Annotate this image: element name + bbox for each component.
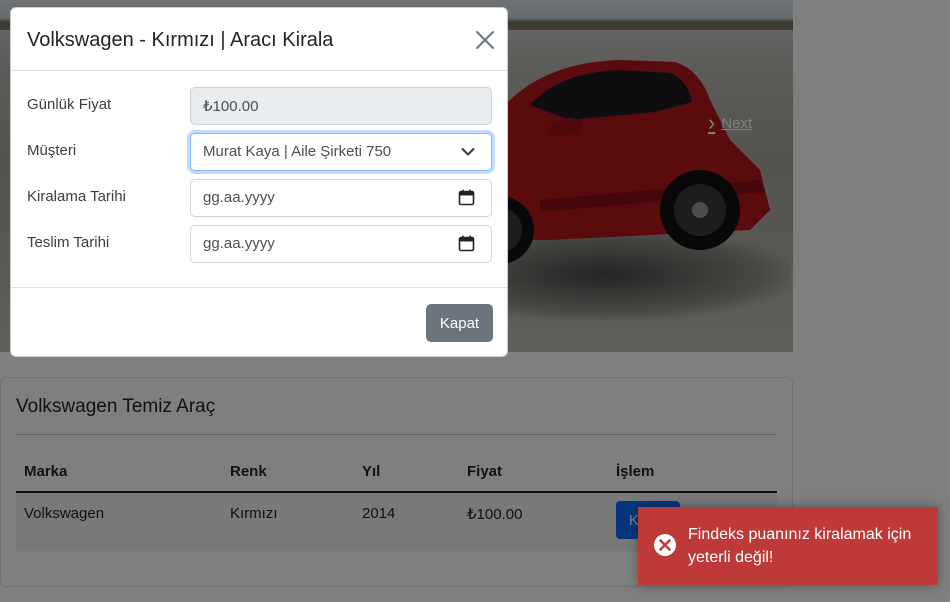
- toast-message: Findeks puanınız kiralamak için yeterli …: [688, 526, 912, 566]
- calendar-icon[interactable]: [458, 189, 475, 206]
- error-circle-icon: [654, 534, 676, 556]
- daily-price-field: ₺100.00: [190, 87, 492, 125]
- return-date-placeholder: gg.aa.yyyy: [203, 235, 275, 252]
- rental-date-input[interactable]: gg.aa.yyyy: [190, 179, 492, 217]
- rental-date-placeholder: gg.aa.yyyy: [203, 189, 275, 206]
- modal-header: Volkswagen - Kırmızı | Aracı Kirala: [11, 8, 507, 71]
- close-modal-button[interactable]: Kapat: [426, 304, 493, 342]
- error-toast[interactable]: Findeks puanınız kiralamak için yeterli …: [638, 507, 938, 585]
- modal-body: Günlük Fiyat ₺100.00 Müşteri Murat Kaya …: [11, 71, 507, 287]
- rent-car-modal: Volkswagen - Kırmızı | Aracı Kirala Günl…: [10, 7, 508, 357]
- customer-label: Müşteri: [27, 142, 77, 159]
- modal-footer: Kapat: [11, 287, 507, 357]
- form-row-customer: Müşteri Murat Kaya | Aile Şirketi 750: [27, 133, 493, 171]
- return-date-input[interactable]: gg.aa.yyyy: [190, 225, 492, 263]
- daily-price-label: Günlük Fiyat: [27, 96, 112, 113]
- customer-select[interactable]: Murat Kaya | Aile Şirketi 750: [190, 133, 492, 171]
- modal-title: Volkswagen - Kırmızı | Aracı Kirala: [27, 29, 334, 51]
- form-row-return-date: Teslim Tarihi gg.aa.yyyy: [27, 225, 493, 263]
- form-row-daily-price: Günlük Fiyat ₺100.00: [27, 87, 493, 125]
- chevron-down-icon: [461, 148, 475, 156]
- close-button[interactable]: [472, 27, 498, 53]
- return-date-label: Teslim Tarihi: [27, 234, 110, 251]
- close-icon: [476, 31, 494, 49]
- customer-select-value: Murat Kaya | Aile Şirketi 750: [203, 143, 392, 160]
- form-row-rental-date: Kiralama Tarihi gg.aa.yyyy: [27, 179, 493, 217]
- calendar-icon[interactable]: [458, 235, 475, 252]
- rental-date-label: Kiralama Tarihi: [27, 188, 126, 205]
